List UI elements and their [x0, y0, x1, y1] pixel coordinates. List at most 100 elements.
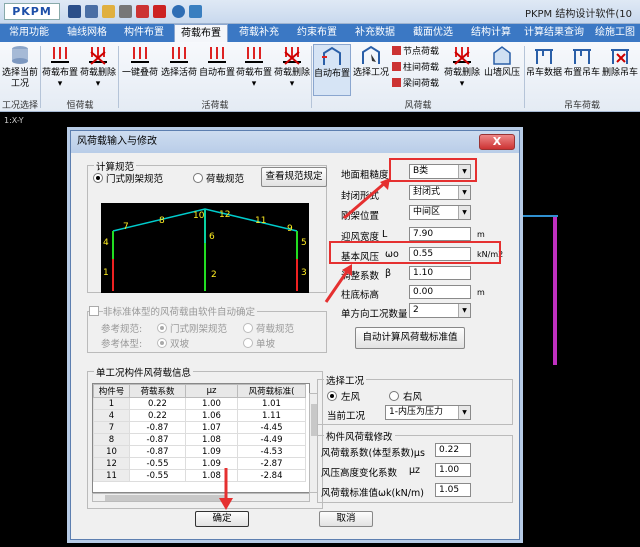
ref-load-radio[interactable]: [243, 323, 253, 333]
undo-icon[interactable]: [136, 5, 149, 18]
cell[interactable]: -0.87: [129, 421, 186, 434]
portal-frame-spec-radio[interactable]: [93, 173, 103, 183]
tool-icon[interactable]: [153, 5, 166, 18]
cell[interactable]: -2.84: [237, 469, 306, 482]
print-icon[interactable]: [119, 5, 132, 18]
frame-label: 6: [209, 232, 215, 242]
table-row[interactable]: 1 0.22 1.00 1.01: [93, 397, 306, 410]
column-load-item[interactable]: 柱间荷载: [392, 62, 439, 75]
load-arrows-icon: [245, 47, 263, 63]
one-click-stack-button[interactable]: 一键叠荷: [120, 44, 160, 96]
double-slope-label: 双坡: [170, 339, 190, 350]
width-input[interactable]: 7.90: [409, 227, 471, 241]
single-slope-radio[interactable]: [243, 338, 253, 348]
select-live-load-button[interactable]: 选择活荷: [160, 44, 198, 96]
frame-label: 10: [193, 211, 205, 221]
tab-results[interactable]: 计算结果查询: [522, 24, 586, 42]
button-label: 自动布置: [314, 69, 351, 79]
height-coef-input[interactable]: 1.00: [435, 463, 471, 477]
left-wind-radio[interactable]: [327, 391, 337, 401]
current-case-select[interactable]: 1-内压为压力 ▼: [385, 405, 471, 420]
open-icon[interactable]: [102, 5, 115, 18]
case-count-select[interactable]: 2 ▼: [409, 303, 471, 318]
double-slope-radio[interactable]: [157, 338, 167, 348]
cell[interactable]: -0.55: [129, 457, 186, 470]
table-horizontal-scrollbar[interactable]: [92, 493, 310, 502]
crane-data-button[interactable]: 吊车数据: [526, 44, 562, 96]
cell[interactable]: -4.45: [237, 421, 306, 434]
view-spec-button[interactable]: 查看规范规定: [261, 167, 327, 187]
select-current-case-button[interactable]: 选择当前 工况: [2, 44, 38, 96]
ref-portal-radio[interactable]: [157, 323, 167, 333]
help-icon[interactable]: [172, 5, 185, 18]
load-spec-radio[interactable]: [193, 173, 203, 183]
cell[interactable]: 0.22: [129, 409, 186, 422]
close-button[interactable]: X: [479, 134, 515, 150]
cell[interactable]: 1.09: [185, 445, 238, 458]
cell[interactable]: -2.87: [237, 457, 306, 470]
table-row[interactable]: 4 0.22 1.06 1.11: [93, 409, 306, 422]
tab-load-layout[interactable]: 荷载布置: [174, 24, 228, 42]
table-row[interactable]: 11 -0.55 1.08 -2.84: [93, 469, 306, 482]
auto-calc-button[interactable]: 自动计算风荷载标准值: [355, 327, 465, 349]
frame-label: 5: [301, 238, 307, 248]
ref-spec-label: 参考规范:: [101, 324, 143, 335]
factor-input[interactable]: 1.10: [409, 266, 471, 280]
cell[interactable]: -0.87: [129, 433, 186, 446]
dead-load-layout-button[interactable]: 荷载布置 ▾: [42, 44, 78, 96]
cell[interactable]: -0.87: [129, 445, 186, 458]
table-row[interactable]: 10 -0.87 1.09 -4.53: [93, 445, 306, 458]
tab-constraints[interactable]: 约束布置: [290, 24, 344, 42]
cell[interactable]: -0.55: [129, 469, 186, 482]
width-unit: m: [477, 230, 485, 239]
right-wind-radio[interactable]: [389, 391, 399, 401]
std-value-input[interactable]: 1.05: [435, 483, 471, 497]
ok-button[interactable]: 确定: [195, 511, 249, 527]
gable-wind-button[interactable]: 山墙风压: [482, 44, 522, 96]
cell[interactable]: -4.53: [237, 445, 306, 458]
tab-calc[interactable]: 结构计算: [464, 24, 518, 42]
wind-auto-layout-button[interactable]: 自动布置: [313, 44, 351, 96]
dead-load-delete-button[interactable]: 荷载删除 ▾: [80, 44, 116, 96]
table-row[interactable]: 8 -0.87 1.08 -4.49: [93, 433, 306, 446]
tab-common[interactable]: 常用功能: [4, 24, 54, 42]
cell[interactable]: 1.07: [185, 421, 238, 434]
select-case-button[interactable]: 选择工况: [352, 44, 390, 96]
left-wind-label: 左风: [341, 392, 361, 403]
save-as-icon[interactable]: [85, 5, 98, 18]
delete-crane-button[interactable]: 删除吊车: [602, 44, 638, 96]
beam-load-item[interactable]: 梁间荷载: [392, 78, 439, 91]
table-row[interactable]: 7 -0.87 1.07 -4.45: [93, 421, 306, 434]
base-input[interactable]: 0.00: [409, 285, 471, 299]
cell[interactable]: 1.00: [185, 397, 238, 410]
tab-load-supplement[interactable]: 荷载补充: [232, 24, 286, 42]
coef-input[interactable]: 0.22: [435, 443, 471, 457]
wind-load-delete-button[interactable]: 荷载删除 ▾: [444, 44, 480, 96]
cell[interactable]: 1.06: [185, 409, 238, 422]
tab-extra-data[interactable]: 补充数据: [348, 24, 402, 42]
position-select[interactable]: 中间区 ▼: [409, 205, 471, 220]
cell[interactable]: 0.22: [129, 397, 186, 410]
scroll-thumb[interactable]: [105, 495, 225, 501]
cell[interactable]: 1.11: [237, 409, 306, 422]
member-modify-legend: 构件风荷载修改: [324, 429, 395, 443]
node-load-item[interactable]: 节点荷载: [392, 46, 439, 59]
cell[interactable]: 1.08: [185, 433, 238, 446]
cancel-button[interactable]: 取消: [319, 511, 373, 527]
tab-grid[interactable]: 轴线网格: [62, 24, 112, 42]
settings-icon[interactable]: [189, 5, 202, 18]
cell[interactable]: -4.49: [237, 433, 306, 446]
auto-layout-live-button[interactable]: 自动布置: [198, 44, 236, 96]
tab-section-opt[interactable]: 截面优选: [406, 24, 460, 42]
place-crane-button[interactable]: 布置吊车: [564, 44, 600, 96]
button-label: 选择当前 工况: [2, 68, 39, 89]
table-row[interactable]: 12 -0.55 1.09 -2.87: [93, 457, 306, 470]
tab-members[interactable]: 构件布置: [118, 24, 170, 42]
cell[interactable]: 1.01: [237, 397, 306, 410]
live-load-delete-button[interactable]: 荷载删除 ▾: [274, 44, 310, 96]
save-icon[interactable]: [68, 5, 81, 18]
live-load-layout-button[interactable]: 荷载布置 ▾: [236, 44, 272, 96]
tab-drawings[interactable]: 绘施工图: [590, 24, 640, 42]
enclosure-select[interactable]: 封闭式 ▼: [409, 185, 471, 200]
nonstandard-checkbox[interactable]: [89, 306, 99, 316]
